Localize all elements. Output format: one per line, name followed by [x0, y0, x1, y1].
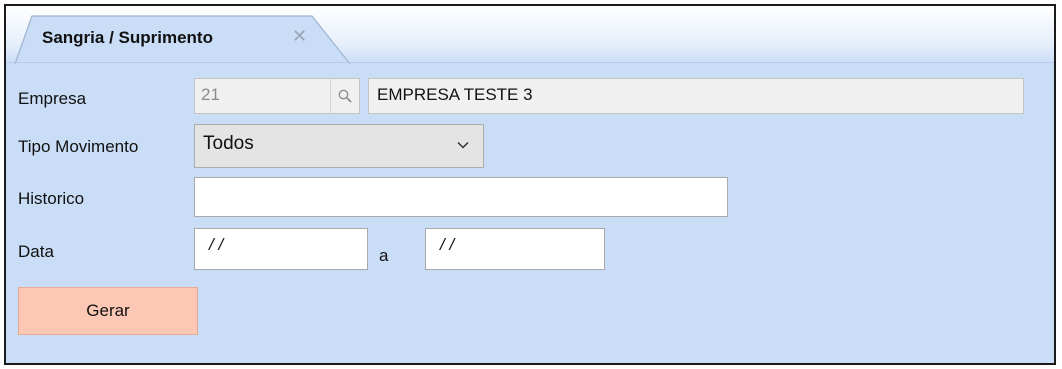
empresa-code-field: 21 [194, 78, 360, 114]
tab-strip: Sangria / Suprimento ✕ [6, 6, 1054, 64]
tab-sangria-suprimento[interactable]: Sangria / Suprimento [42, 28, 213, 48]
data-to-input[interactable]: / / [425, 228, 605, 270]
data-from-input[interactable]: / / [194, 228, 368, 270]
empresa-description-field: EMPRESA TESTE 3 [368, 78, 1024, 114]
tipo-movimento-selected: Todos [203, 133, 254, 154]
data-from-value: / / [209, 235, 224, 254]
empresa-label: Empresa [18, 89, 87, 108]
data-label: Data [18, 242, 54, 261]
data-separator: a [379, 246, 389, 265]
historico-label: Historico [18, 189, 85, 208]
tab-close-icon[interactable]: ✕ [292, 26, 307, 47]
gerar-button[interactable]: Gerar [18, 287, 198, 335]
tab-underline [6, 62, 1054, 63]
tipo-movimento-select[interactable]: Todos [194, 124, 484, 168]
tipo-movimento-label: Tipo Movimento [18, 137, 139, 156]
historico-input[interactable] [194, 177, 728, 217]
empresa-code-value: 21 [201, 85, 220, 104]
data-to-value: / / [440, 235, 455, 254]
form-window: Sangria / Suprimento ✕ Empresa 21 EMPRES… [4, 4, 1056, 365]
search-icon[interactable] [330, 79, 359, 113]
empresa-description-value: EMPRESA TESTE 3 [377, 85, 533, 104]
chevron-down-icon [457, 141, 469, 149]
